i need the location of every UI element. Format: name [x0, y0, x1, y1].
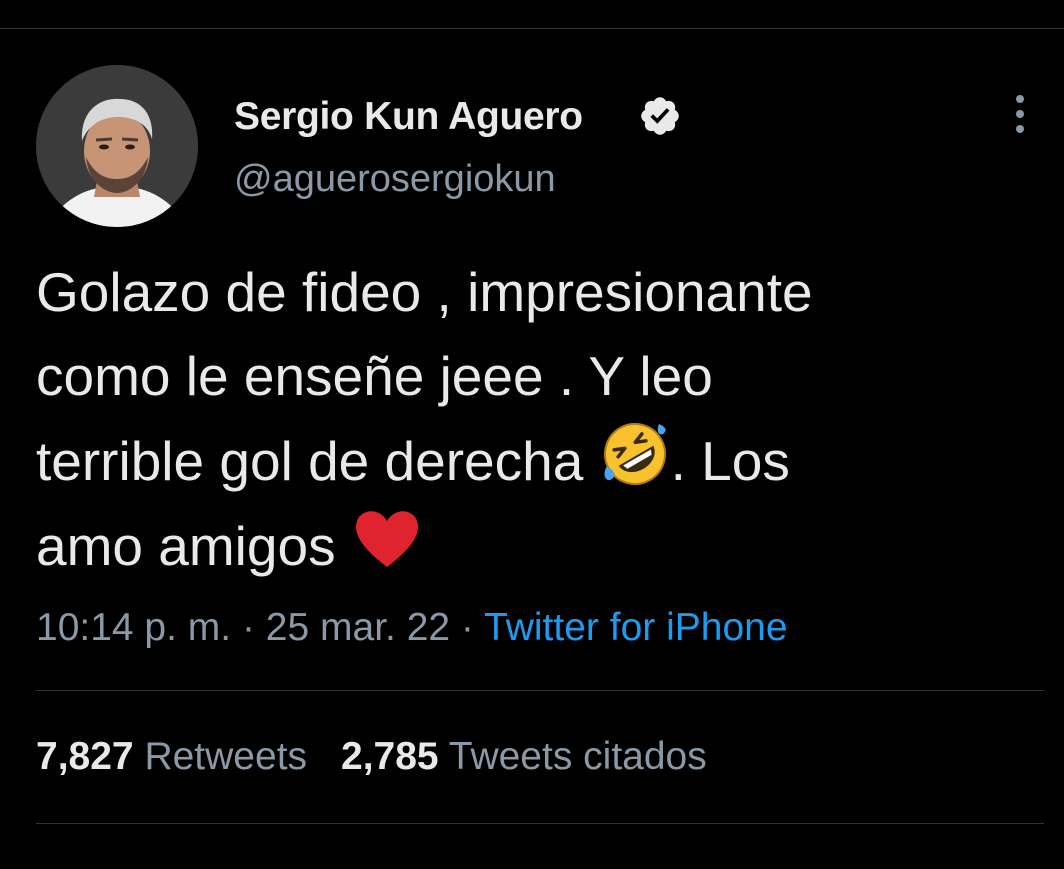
- retweets-count: 7,827: [36, 735, 134, 778]
- meta-separator-1: ·: [231, 606, 266, 649]
- verified-badge-icon: [641, 97, 679, 135]
- author-handle[interactable]: @aguerosergiokun: [234, 158, 556, 201]
- avatar[interactable]: [36, 65, 198, 227]
- tweet-line-3: terrible gol de derecha: [36, 430, 584, 492]
- tweet-text: Golazo de fideo , impresionante como le …: [36, 250, 1036, 588]
- quotes-label: Tweets citados: [448, 735, 707, 778]
- tweet-line-1: Golazo de fideo , impresionante: [36, 261, 813, 323]
- red-heart-emoji: [355, 511, 418, 567]
- top-divider: [0, 28, 1064, 29]
- quotes-count: 2,785: [341, 735, 439, 778]
- tweet-source-link[interactable]: Twitter for iPhone: [484, 606, 787, 649]
- tweet-meta: 10:14 p. m. · 25 mar. 22 · Twitter for i…: [36, 606, 788, 650]
- meta-separator-2: ·: [450, 606, 485, 649]
- quotes-stat[interactable]: 2,785 Tweets citados: [341, 735, 707, 778]
- rolling-on-floor-laughing-emoji: [603, 423, 666, 485]
- more-options-icon[interactable]: [1004, 92, 1036, 136]
- tweet-time[interactable]: 10:14 p. m.: [36, 606, 231, 649]
- retweets-stat[interactable]: 7,827 Retweets: [36, 735, 307, 778]
- tweet-line-4: amo amigos: [36, 515, 336, 577]
- tweet-line-2: como le enseñe jeee . Y leo: [36, 345, 713, 407]
- divider: [36, 823, 1044, 824]
- display-name[interactable]: Sergio Kun Aguero: [234, 95, 583, 139]
- retweets-label: Retweets: [144, 735, 308, 778]
- tweet-stats: 7,827 Retweets 2,785 Tweets citados: [36, 735, 741, 779]
- tweet-date[interactable]: 25 mar. 22: [266, 606, 450, 649]
- divider: [36, 690, 1044, 691]
- tweet-line-3-tail: . Los: [670, 430, 790, 492]
